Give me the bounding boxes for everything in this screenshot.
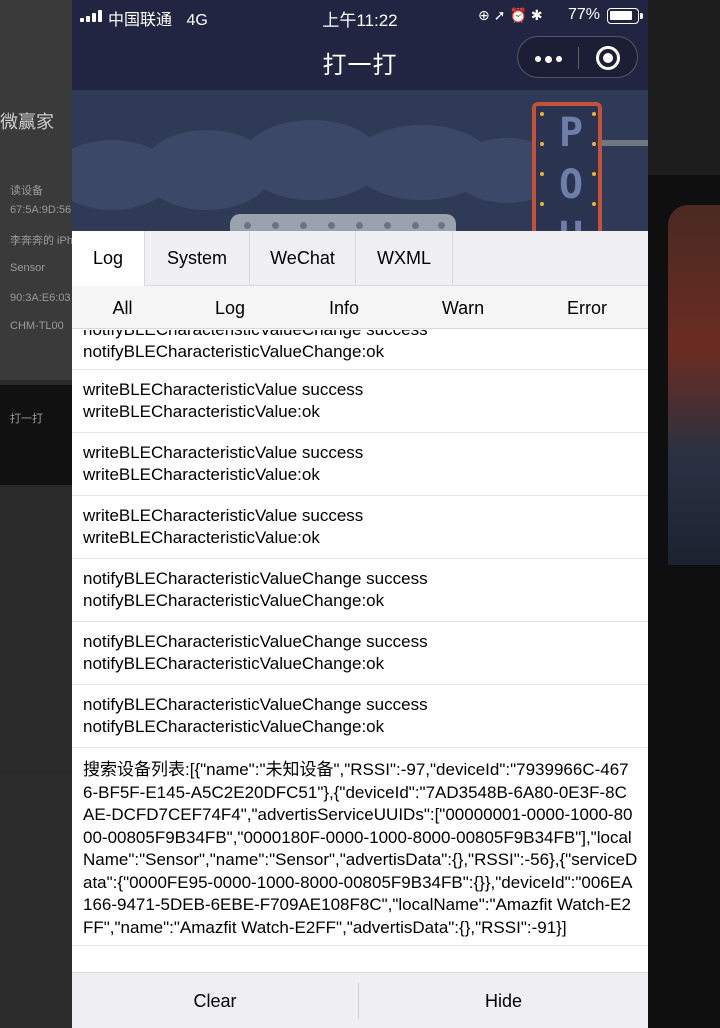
game-rod [602,140,648,146]
filter-error[interactable]: Error [537,286,637,329]
background-dark-panel [0,385,72,485]
log-text: 搜索设备列表:[{"name":"未知设备","RSSI":-97,"devic… [83,760,638,937]
status-icons: ⊕➚⏰✱ [478,7,547,24]
sign-letter: U [554,214,588,231]
background-text: CHM-TL00 [10,320,64,332]
background-desktop-left: 微赢家 读设备 67:5A:9D:56 李奔奔的 iPh Sensor 90:3… [0,0,72,1028]
background-lower-panel [0,485,72,775]
game-platform [230,214,456,231]
background-figure [668,205,720,565]
background-text: 打一打 [10,413,43,425]
log-text: notifyBLECharacteristicValueChange succe… [83,569,428,588]
log-entry: 搜索设备列表:[{"name":"未知设备","RSSI":-97,"devic… [72,748,648,946]
filter-log[interactable]: Log [180,286,280,329]
log-text: writeBLECharacteristicValue:ok [83,464,320,484]
tab-wxml[interactable]: WXML [356,231,453,286]
background-text: 李奔奔的 iPh [10,235,72,247]
filter-warn[interactable]: Warn [413,286,513,329]
background-brand: 微赢家 [0,112,54,132]
vconsole-panel: Log System WeChat WXML All Log Info Warn… [72,231,648,1028]
log-entry: writeBLECharacteristicValue success writ… [72,370,648,433]
log-text: writeBLECharacteristicValue:ok [83,527,320,547]
log-text: notifyBLECharacteristicValueChange:ok [83,716,385,736]
background-text: 90:3A:E6:03 [10,292,71,304]
background-text: Sensor [10,262,45,274]
log-entry: writeBLECharacteristicValue success writ… [72,433,648,496]
log-entry: notifyBLECharacteristicValueChange succe… [72,685,648,748]
more-dots-icon[interactable] [518,37,578,79]
log-text: writeBLECharacteristicValue success [83,443,364,462]
log-text: writeBLECharacteristicValue:ok [83,401,320,421]
log-text: notifyBLECharacteristicValueChange succe… [83,632,428,651]
log-entry: notifyBLECharacteristicValueChange succe… [72,330,648,370]
log-text: writeBLECharacteristicValue success [83,506,364,525]
log-filter-tabs: All Log Info Warn Error [72,286,648,329]
mini-program-navbar: 打一打 [72,32,648,90]
log-entry: notifyBLECharacteristicValueChange succe… [72,622,648,685]
filter-all[interactable]: All [72,286,173,329]
screenshot-stage: 微赢家 读设备 67:5A:9D:56 李奔奔的 iPh Sensor 90:3… [0,0,720,1028]
status-bar: 中国联通 4G 上午11:22 ⊕➚⏰✱ 77% [72,0,648,32]
capsule-menu [517,36,638,78]
sign-letter: P [558,110,584,156]
log-text: notifyBLECharacteristicValueChange:ok [83,590,385,610]
background-panel [648,0,720,175]
tab-wechat[interactable]: WeChat [250,231,356,286]
hide-button[interactable]: Hide [359,973,648,1028]
bluetooth-icon: ✱ [530,7,547,23]
log-text: notifyBLECharacteristicValueChange succe… [83,330,638,341]
game-sign: P O U [532,102,602,231]
log-text: notifyBLECharacteristicValueChange:ok [83,341,385,361]
log-text: notifyBLECharacteristicValueChange succe… [83,695,428,714]
log-text: writeBLECharacteristicValue success [83,380,364,399]
log-entry: notifyBLECharacteristicValueChange succe… [72,559,648,622]
background-text: 67:5A:9D:56 [10,204,72,216]
console-tabs: Log System WeChat WXML [72,231,648,287]
clear-button[interactable]: Clear [72,973,358,1028]
log-list[interactable]: notifyBLECharacteristicValueChange succe… [72,330,648,972]
log-text: notifyBLECharacteristicValueChange:ok [83,653,385,673]
location-icon: ➚ [493,7,510,23]
background-text: 读设备 [10,185,43,197]
game-scene: P O U [72,90,648,231]
target-circle-icon[interactable] [578,37,638,79]
orientation-lock-icon: ⊕ [478,7,494,23]
console-footer: Clear Hide [72,972,648,1028]
battery-percent: 77% [568,6,601,23]
alarm-icon: ⏰ [509,7,531,23]
clock: 上午11:22 [322,11,398,30]
background-desktop-right [648,0,720,1028]
filter-info[interactable]: Info [294,286,394,329]
tab-system[interactable]: System [145,231,250,286]
tab-log[interactable]: Log [72,231,145,287]
phone-screen: 中国联通 4G 上午11:22 ⊕➚⏰✱ 77% 打一打 P O Log Sys… [72,0,648,1028]
log-entry: writeBLECharacteristicValue success writ… [72,496,648,559]
battery-icon [607,8,643,24]
sign-letter: O [558,162,584,208]
